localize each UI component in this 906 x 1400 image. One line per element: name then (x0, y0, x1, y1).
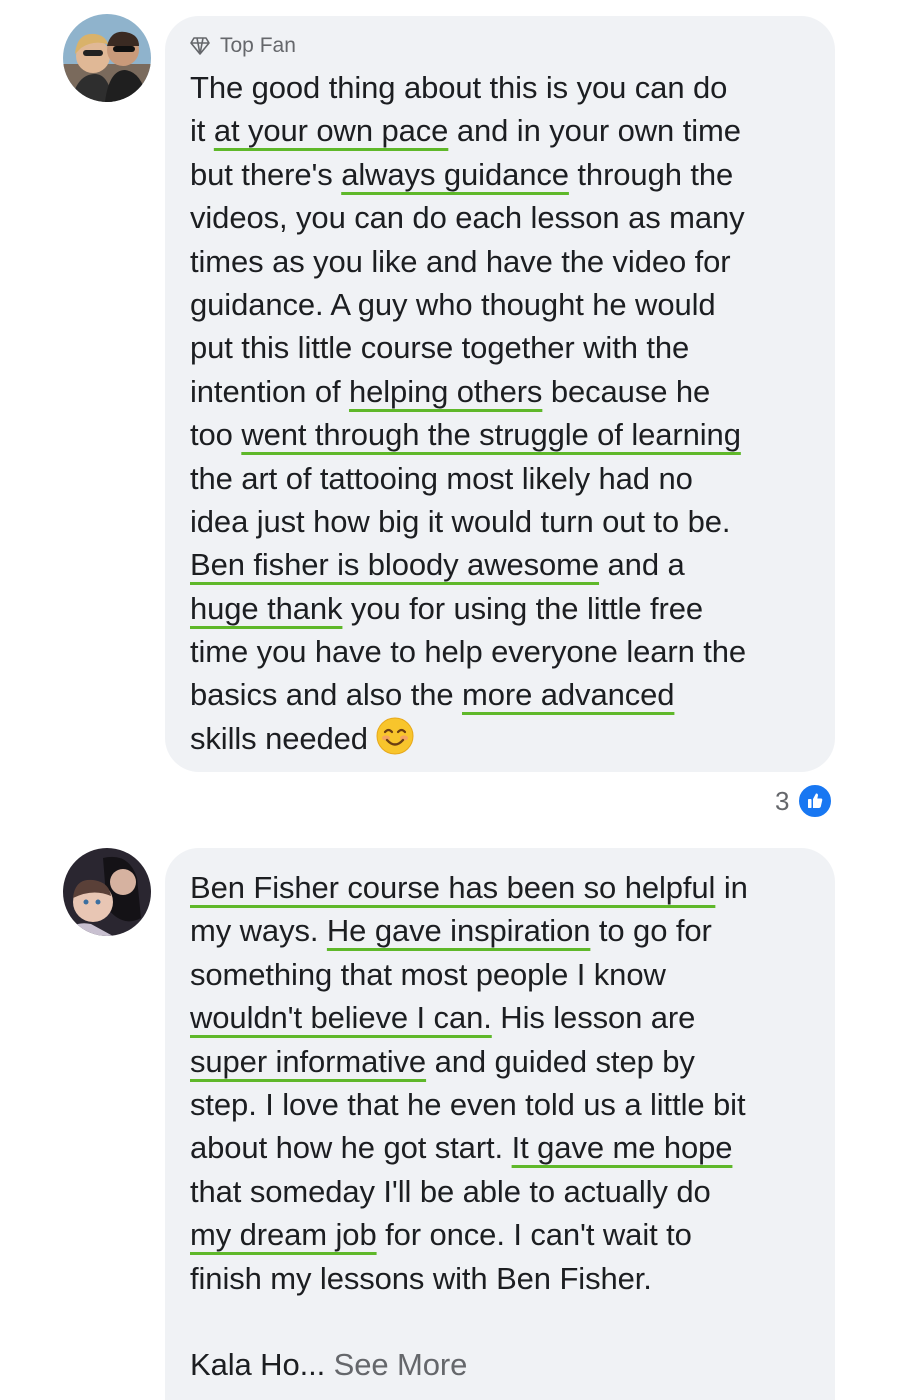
comment-line: something that most people I know (190, 953, 748, 996)
comment-text: The good thing about this is you can do i… (190, 66, 746, 760)
diamond-icon (190, 37, 210, 55)
comment-line: Ben fisher is bloody awesome and a (190, 543, 746, 586)
highlighted-phrase: huge thank (190, 590, 343, 626)
comment-line: huge thank you for using the little free (190, 587, 746, 630)
comment-line: times as you like and have the video for (190, 240, 746, 283)
mother-child-photo-icon (63, 848, 151, 936)
text-span: something that most people I know (190, 956, 666, 992)
comment-line: that someday I'll be able to actually do (190, 1170, 748, 1213)
text-span: and a (599, 547, 685, 583)
text-span: it (190, 113, 214, 149)
comment-line: step. I love that he even told us a litt… (190, 1083, 748, 1126)
text-span: but there's (190, 156, 342, 192)
text-span: idea just how big it would turn out to b… (190, 503, 731, 539)
comment-line: idea just how big it would turn out to b… (190, 500, 746, 543)
couple-photo-icon (63, 14, 151, 102)
comment-line: Kala Ho... See More (190, 1343, 748, 1386)
text-span: The good thing about this is you can do (190, 70, 728, 105)
text-span: the art of tattooing most likely had no (190, 460, 693, 496)
comment-line: skills needed (190, 717, 746, 760)
text-span: my ways. (190, 913, 327, 949)
highlighted-phrase: Ben Fisher course has been so helpful (190, 870, 716, 905)
text-span: Kala Ho... (190, 1347, 334, 1383)
text-span: His lesson are (491, 1000, 696, 1036)
highlighted-phrase: always guidance (341, 156, 569, 192)
text-span: in (715, 870, 748, 905)
comment-line: my dream job for once. I can't wait to (190, 1213, 748, 1256)
badge-label: Top Fan (220, 34, 296, 57)
highlighted-phrase: Ben fisher is bloody awesome (190, 547, 600, 583)
text-span: about how he got start. (190, 1130, 512, 1166)
comment-line: put this little course together with the (190, 326, 746, 369)
text-span: basics and also the (190, 677, 463, 713)
see-more-link[interactable]: See More (334, 1347, 468, 1382)
highlighted-phrase: more advanced (462, 677, 675, 713)
text-span: skills needed (190, 720, 368, 756)
comment-line: intention of helping others because he (190, 370, 746, 413)
comment-text: Ben Fisher course has been so helpful in… (190, 866, 748, 1387)
text-span: intention of (190, 373, 349, 409)
highlighted-phrase: my dream job (190, 1217, 377, 1253)
text-span: guidance. A guy who thought he would (190, 286, 716, 322)
highlighted-phrase: wouldn't believe I can. (190, 1000, 492, 1036)
text-span: that someday I'll be able to actually do (190, 1173, 711, 1209)
text-span: through the (568, 156, 734, 192)
comment-line: super informative and guided step by (190, 1040, 748, 1083)
text-span: times as you like and have the video for (190, 243, 731, 279)
text-span: you for using the little free (342, 590, 704, 626)
comment-line: videos, you can do each lesson as many (190, 196, 746, 239)
text-span: to go for (590, 913, 712, 949)
commenter-avatar[interactable] (63, 14, 151, 102)
comment-line: guidance. A guy who thought he would (190, 283, 746, 326)
comment-line: basics and also the more advanced (190, 673, 746, 716)
comment-line: too went through the struggle of learnin… (190, 413, 746, 456)
text-span: and guided step by (426, 1043, 695, 1079)
highlighted-phrase: It gave me hope (511, 1130, 733, 1166)
highlighted-phrase: went through the struggle of learning (241, 417, 741, 453)
commenter-avatar[interactable] (63, 848, 151, 936)
text-span: time you have to help everyone learn the (190, 634, 747, 670)
text-span: because he (542, 373, 711, 409)
comment-line: time you have to help everyone learn the (190, 630, 746, 673)
text-span: too (190, 417, 242, 453)
highlighted-phrase: He gave inspiration (326, 913, 591, 949)
text-span: for once. I can't wait to (376, 1217, 692, 1253)
reaction-summary[interactable]: 3 (775, 783, 834, 819)
comment-line: but there's always guidance through the (190, 153, 746, 196)
text-span: videos, you can do each lesson as many (190, 200, 745, 236)
highlighted-phrase: at your own pace (213, 113, 449, 149)
comment-line: my ways. He gave inspiration to go for (190, 909, 748, 952)
highlighted-phrase: helping others (348, 373, 543, 409)
highlighted-phrase: super informative (190, 1043, 427, 1079)
smiling-face-emoji (376, 717, 414, 766)
like-icon (797, 783, 834, 819)
comment-line: wouldn't believe I can. His lesson are (190, 996, 748, 1039)
comment-line: The good thing about this is you can do (190, 66, 746, 109)
reaction-count: 3 (775, 785, 790, 816)
text-span: step. I love that he even told us a litt… (190, 1086, 746, 1122)
comment-line (190, 1300, 748, 1343)
comment-line: Ben Fisher course has been so helpful in (190, 866, 748, 909)
comment-line: about how he got start. It gave me hope (190, 1126, 748, 1169)
top-fan-badge: Top Fan (190, 34, 296, 58)
comment-line: the art of tattooing most likely had no (190, 457, 746, 500)
comment-line: finish my lessons with Ben Fisher. (190, 1257, 748, 1300)
text-span: and in your own time (448, 113, 741, 149)
text-span: put this little course together with the (190, 330, 690, 366)
text-span: finish my lessons with Ben Fisher. (190, 1260, 652, 1296)
comment-line: it at your own pace and in your own time (190, 109, 746, 152)
